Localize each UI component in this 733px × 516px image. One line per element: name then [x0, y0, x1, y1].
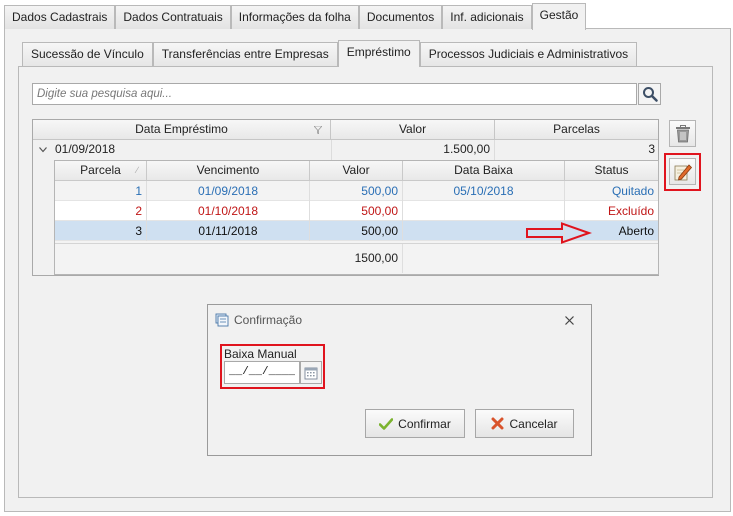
- chevron-down-icon[interactable]: [39, 147, 47, 153]
- tab-dados-cadastrais[interactable]: Dados Cadastrais: [4, 5, 116, 29]
- cell-valor: 500,00: [310, 221, 403, 241]
- tab-documentos[interactable]: Documentos: [358, 5, 443, 29]
- tab-gestao[interactable]: Gestão: [531, 3, 587, 30]
- confirm-label: Confirmar: [398, 416, 451, 431]
- delete-button[interactable]: [669, 120, 696, 147]
- loan-group-row[interactable]: 01/09/2018 1.500,00 3: [33, 140, 658, 160]
- search-button[interactable]: [638, 83, 661, 105]
- cancel-x-icon: [491, 417, 504, 430]
- close-icon[interactable]: [565, 316, 574, 325]
- cell-valor: 500,00: [310, 181, 403, 201]
- column-header-valor[interactable]: Valor: [331, 120, 495, 140]
- cell-data-baixa: 05/10/2018: [403, 181, 565, 201]
- cancel-button[interactable]: Cancelar: [475, 409, 574, 438]
- confirmation-dialog: Confirmação Baixa Manual __/__/____ Conf…: [207, 304, 592, 456]
- trash-icon: [675, 124, 690, 142]
- column-header-parcelas[interactable]: Parcelas: [495, 120, 658, 140]
- cell-vencimento: 01/10/2018: [147, 201, 310, 221]
- tab-informacoes-folha[interactable]: Informações da folha: [230, 5, 359, 29]
- search-input[interactable]: Digite sua pesquisa aqui...: [32, 83, 637, 105]
- cell-parcela: 3: [55, 221, 147, 241]
- cell-vencimento: 01/09/2018: [147, 181, 310, 201]
- table-row[interactable]: 1 01/09/2018 500,00 05/10/2018 Quitado: [55, 181, 658, 201]
- column-header-parcela[interactable]: Parcela ∕: [55, 161, 147, 181]
- column-label: Parcela: [80, 163, 121, 177]
- tab-transferencias[interactable]: Transferências entre Empresas: [152, 42, 338, 66]
- checkmark-icon: [379, 417, 394, 430]
- column-header-vencimento[interactable]: Vencimento: [147, 161, 310, 181]
- tab-inf-adicionais[interactable]: Inf. adicionais: [442, 5, 532, 29]
- tab-emprestimo[interactable]: Empréstimo: [337, 40, 420, 67]
- cell-status: Quitado: [611, 184, 654, 198]
- confirm-button[interactable]: Confirmar: [365, 409, 465, 438]
- edit-button-highlight: [664, 153, 701, 191]
- loan-installments-count: 3: [648, 142, 655, 156]
- column-header-data-emprestimo[interactable]: Data Empréstimo: [33, 120, 331, 140]
- cell-vencimento: 01/11/2018: [147, 221, 310, 241]
- tab-sucessao-vinculo[interactable]: Sucessão de Vínculo: [22, 42, 153, 66]
- baixa-manual-highlight: [220, 344, 325, 389]
- filter-icon: [314, 126, 322, 134]
- table-row[interactable]: 2 01/10/2018 500,00 Excluído: [55, 201, 658, 221]
- cell-valor: 500,00: [310, 201, 403, 221]
- cell-status: Excluído: [607, 204, 654, 218]
- sub-tabbar: Sucessão de Vínculo Transferências entre…: [22, 40, 638, 67]
- loan-value: 1.500,00: [331, 140, 495, 160]
- tab-dados-contratuais[interactable]: Dados Contratuais: [115, 5, 231, 29]
- column-header-valor[interactable]: Valor: [310, 161, 403, 181]
- column-header-data-baixa[interactable]: Data Baixa: [403, 161, 565, 181]
- cancel-label: Cancelar: [509, 416, 558, 431]
- cell-data-baixa: [403, 201, 565, 221]
- cell-parcela: 1: [55, 181, 147, 201]
- annotation-arrow-icon: [526, 222, 592, 244]
- column-label: Data Empréstimo: [135, 122, 228, 136]
- loan-grid-header: Data Empréstimo Valor Parcelas: [33, 120, 658, 140]
- installments-grid: Parcela ∕ Vencimento Valor Data Baixa St…: [54, 160, 659, 275]
- column-header-status[interactable]: Status: [565, 161, 658, 181]
- loan-date: 01/09/2018: [55, 142, 116, 156]
- cell-parcela: 2: [55, 201, 147, 221]
- dialog-title: Confirmação: [234, 313, 303, 327]
- search-icon: [642, 87, 658, 102]
- main-tabbar: Dados Cadastrais Dados Contratuais Infor…: [4, 3, 587, 30]
- sort-indicator-icon: ∕: [136, 165, 138, 175]
- installments-total: 1500,00: [310, 244, 403, 273]
- installments-footer: 1500,00: [55, 243, 658, 274]
- tab-processos-judiciais[interactable]: Processos Judiciais e Administrativos: [419, 42, 638, 66]
